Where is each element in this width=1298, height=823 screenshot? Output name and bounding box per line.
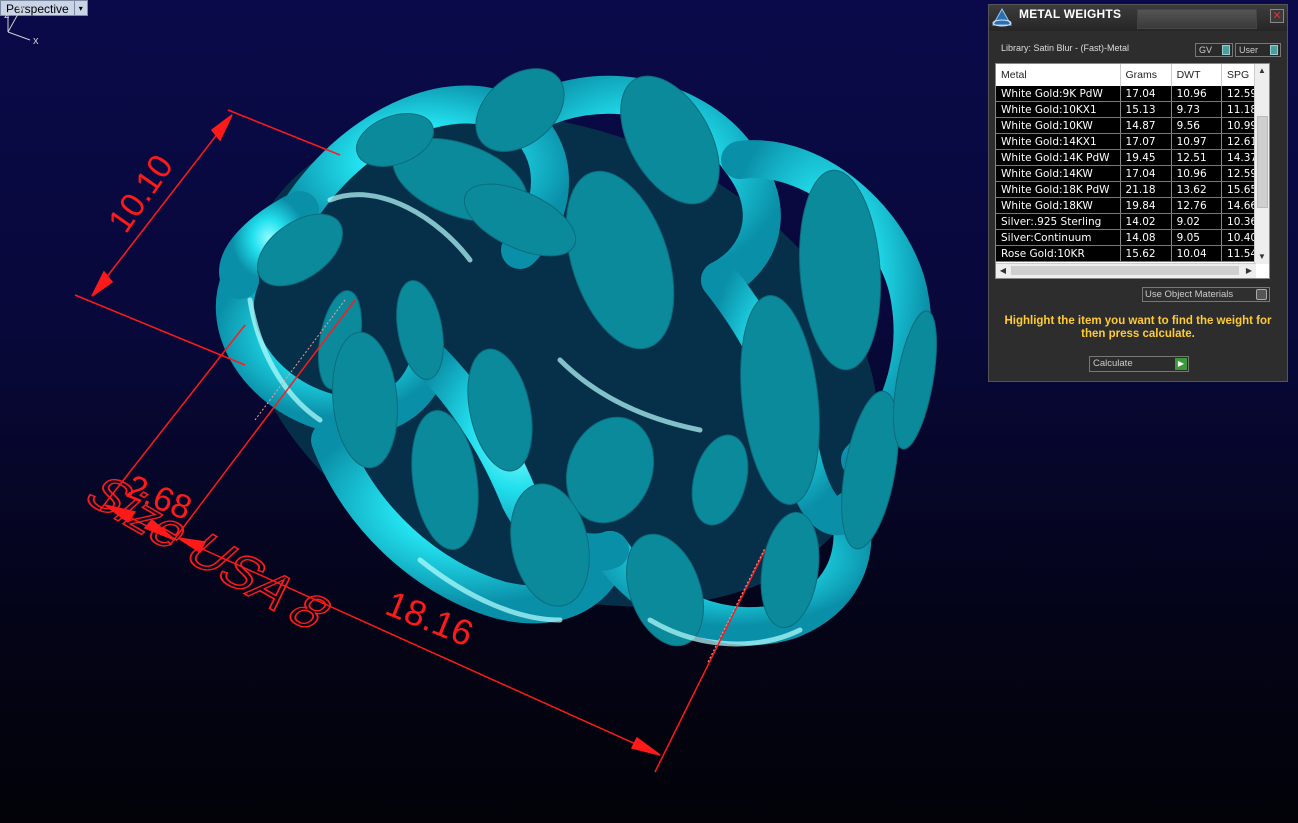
table-row[interactable]: White Gold:10KX1 15.13 9.73 11.18 — [996, 101, 1269, 118]
scrollbar-thumb[interactable] — [1011, 266, 1239, 275]
horizontal-scrollbar[interactable]: ◀ ▶ — [996, 263, 1256, 278]
axis-z-label: z — [4, 9, 10, 21]
cell-dwt[interactable]: 9.73 — [1171, 101, 1223, 118]
cell-metal[interactable]: White Gold:10KX1 — [996, 101, 1121, 118]
play-arrow-icon: ▶ — [1175, 358, 1187, 370]
cell-dwt[interactable]: 10.96 — [1171, 86, 1223, 102]
table-row[interactable]: White Gold:18KW 19.84 12.76 14.66 — [996, 197, 1269, 214]
table-row[interactable]: White Gold:9K PdW 17.04 10.96 12.59 — [996, 86, 1269, 102]
titlebar-drag-handle[interactable] — [1137, 9, 1257, 29]
table-row[interactable]: White Gold:18K PdW 21.18 13.62 15.65 — [996, 181, 1269, 198]
scrollbar-thumb[interactable] — [1257, 116, 1268, 208]
cell-metal[interactable]: White Gold:14KX1 — [996, 133, 1121, 150]
use-object-materials-label: Use Object Materials — [1145, 289, 1234, 300]
cell-metal[interactable]: White Gold:14K PdW — [996, 149, 1121, 166]
metal-weights-panel: METAL WEIGHTS ✕ Library: Satin Blur - (F… — [988, 4, 1288, 382]
chevron-down-icon[interactable]: ▾ — [74, 0, 88, 16]
scroll-up-icon[interactable]: ▲ — [1255, 64, 1269, 78]
cell-metal[interactable]: White Gold:18KW — [996, 197, 1121, 214]
table-row[interactable]: Silver:.925 Sterling 14.02 9.02 10.36 — [996, 213, 1269, 230]
close-icon[interactable]: ✕ — [1270, 9, 1284, 23]
cell-metal[interactable]: Silver:.925 Sterling — [996, 213, 1121, 230]
cell-dwt[interactable]: 9.02 — [1171, 213, 1223, 230]
table-row[interactable]: Silver:Continuum 14.08 9.05 10.40 — [996, 229, 1269, 246]
cell-metal[interactable]: White Gold:10KW — [996, 117, 1121, 134]
cell-grams[interactable]: 14.02 — [1120, 213, 1172, 230]
cell-grams[interactable]: 17.04 — [1120, 165, 1172, 182]
cell-grams[interactable]: 17.04 — [1120, 86, 1172, 102]
axis-x-label: x — [33, 35, 39, 47]
cell-dwt[interactable]: 9.05 — [1171, 229, 1223, 246]
calculate-button[interactable]: Calculate ▶ — [1089, 356, 1189, 372]
toggle-switch-icon — [1270, 45, 1278, 55]
cell-grams[interactable]: 17.07 — [1120, 133, 1172, 150]
vertical-scrollbar[interactable]: ▲ ▼ — [1254, 64, 1269, 264]
use-object-materials-checkbox[interactable]: Use Object Materials — [1142, 287, 1270, 302]
cell-metal[interactable]: Rose Gold:10KR — [996, 245, 1121, 262]
table-row[interactable]: Rose Gold:10KR 15.62 10.04 11.54 — [996, 245, 1269, 262]
cell-dwt[interactable]: 13.62 — [1171, 181, 1223, 198]
gv-toggle[interactable]: GV — [1195, 43, 1233, 57]
library-label: Library: Satin Blur - (Fast)-Metal — [1001, 43, 1130, 53]
scroll-left-icon[interactable]: ◀ — [996, 264, 1010, 278]
cell-grams[interactable]: 14.08 — [1120, 229, 1172, 246]
cell-dwt[interactable]: 10.04 — [1171, 245, 1223, 262]
cell-dwt[interactable]: 12.51 — [1171, 149, 1223, 166]
cell-grams[interactable]: 21.18 — [1120, 181, 1172, 198]
calculate-label: Calculate — [1093, 358, 1133, 369]
library-row: Library: Satin Blur - (Fast)-Metal GV Us… — [989, 31, 1287, 59]
gemvision-logo-icon — [992, 7, 1012, 27]
scroll-right-icon[interactable]: ▶ — [1242, 264, 1256, 278]
cell-grams[interactable]: 14.87 — [1120, 117, 1172, 134]
table-row[interactable]: White Gold:14KX1 17.07 10.97 12.61 — [996, 133, 1269, 150]
column-header-metal[interactable]: Metal — [996, 64, 1121, 86]
scroll-down-icon[interactable]: ▼ — [1255, 250, 1269, 264]
cell-dwt[interactable]: 12.76 — [1171, 197, 1223, 214]
gv-toggle-label: GV — [1199, 45, 1213, 55]
column-header-grams[interactable]: Grams — [1120, 64, 1172, 86]
ring-size-label: Size USA 8 — [72, 467, 345, 639]
cell-dwt[interactable]: 9.56 — [1171, 117, 1223, 134]
table-header-row: Metal Grams DWT SPG — [996, 64, 1269, 86]
cell-metal[interactable]: White Gold:18K PdW — [996, 181, 1121, 198]
cell-metal[interactable]: White Gold:14KW — [996, 165, 1121, 182]
dimension-height-label: 10.10 — [101, 148, 181, 240]
cell-dwt[interactable]: 10.97 — [1171, 133, 1223, 150]
table-row[interactable]: White Gold:10KW 14.87 9.56 10.99 — [996, 117, 1269, 134]
axis-gizmo-icon: y z x — [4, 3, 39, 47]
cell-grams[interactable]: 19.45 — [1120, 149, 1172, 166]
cell-grams[interactable]: 15.13 — [1120, 101, 1172, 118]
panel-title: METAL WEIGHTS — [1019, 7, 1122, 21]
cell-dwt[interactable]: 10.96 — [1171, 165, 1223, 182]
instruction-text: Highlight the item you want to find the … — [1004, 315, 1272, 340]
metal-table[interactable]: Metal Grams DWT SPG White Gold:9K PdW 17.… — [995, 63, 1270, 279]
cell-grams[interactable]: 15.62 — [1120, 245, 1172, 262]
user-toggle-label: User — [1239, 45, 1259, 55]
checkbox-icon[interactable] — [1256, 289, 1267, 300]
axis-y-label: y — [18, 3, 24, 15]
panel-titlebar[interactable]: METAL WEIGHTS ✕ — [989, 5, 1287, 31]
toggle-switch-icon — [1222, 45, 1230, 55]
user-toggle[interactable]: User — [1235, 43, 1281, 57]
cell-grams[interactable]: 19.84 — [1120, 197, 1172, 214]
column-header-dwt[interactable]: DWT — [1171, 64, 1223, 86]
cell-metal[interactable]: Silver:Continuum — [996, 229, 1121, 246]
dimension-width-label: 18.16 — [380, 583, 479, 655]
table-row[interactable]: White Gold:14KW 17.04 10.96 12.59 — [996, 165, 1269, 182]
cell-metal[interactable]: White Gold:9K PdW — [996, 86, 1121, 102]
table-row[interactable]: White Gold:14K PdW 19.45 12.51 14.37 — [996, 149, 1269, 166]
